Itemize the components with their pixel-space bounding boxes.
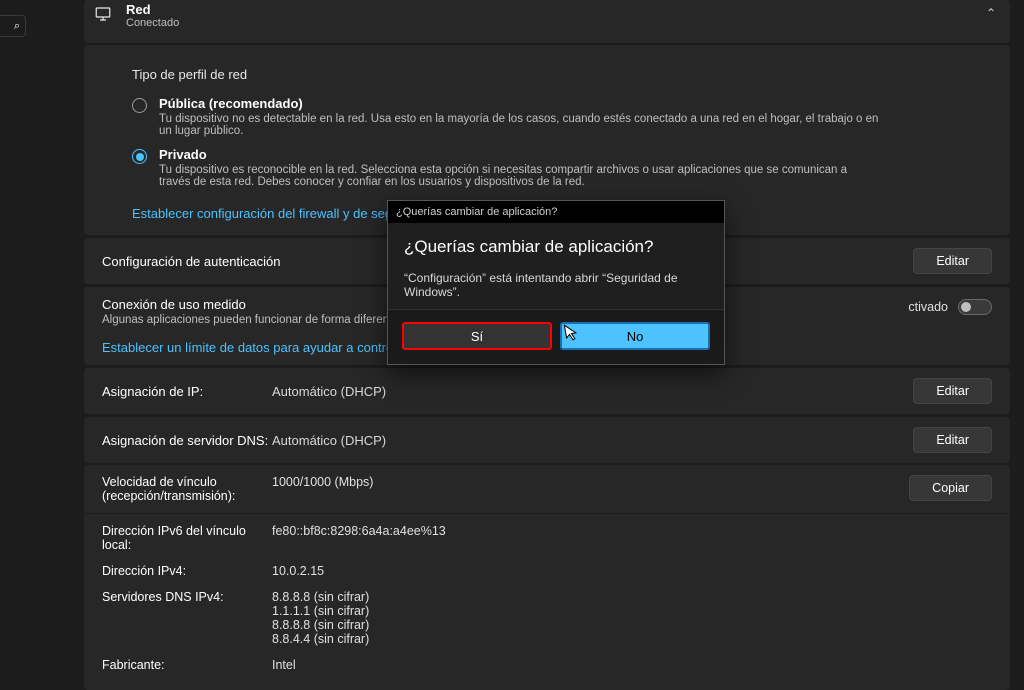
radio-public-icon[interactable]	[132, 98, 147, 113]
search-stub[interactable]: ⌕	[0, 15, 26, 37]
dns-title: Asignación de servidor DNS:	[102, 433, 272, 448]
chevron-up-icon[interactable]: ⌃	[986, 6, 996, 20]
network-status: Conectado	[126, 17, 179, 29]
dns-servers-val: 8.8.8.8 (sin cifrar) 1.1.1.1 (sin cifrar…	[272, 590, 369, 646]
metered-toggle[interactable]	[958, 299, 992, 315]
dialog-no-button[interactable]: No	[560, 322, 710, 350]
speed-val: 1000/1000 (Mbps)	[272, 475, 373, 503]
dns-servers-key: Servidores DNS IPv4:	[102, 590, 272, 646]
maker-key: Fabricante:	[102, 658, 272, 672]
dialog-titlebar: ¿Querías cambiar de aplicación?	[388, 201, 724, 223]
network-icon	[94, 5, 112, 26]
ip-title: Asignación de IP:	[102, 384, 272, 399]
search-icon: ⌕	[14, 20, 20, 33]
metered-toggle-label: ctivado	[908, 300, 948, 314]
info-block: Velocidad de vínculo (recepción/transmis…	[84, 465, 1010, 690]
dns-row: Asignación de servidor DNS: Automático (…	[84, 416, 1010, 463]
profile-public[interactable]: Pública (recomendado) Tu dispositivo no …	[132, 96, 992, 137]
dns-edit-button[interactable]: Editar	[913, 427, 992, 453]
switch-app-dialog: ¿Querías cambiar de aplicación? ¿Querías…	[387, 200, 725, 365]
ip-edit-button[interactable]: Editar	[913, 378, 992, 404]
profile-private-label: Privado	[159, 147, 879, 162]
network-title: Red	[126, 2, 179, 17]
radio-private-icon[interactable]	[132, 149, 147, 164]
dns-value: Automático (DHCP)	[272, 433, 386, 448]
profile-private-desc: Tu dispositivo es reconocible en la red.…	[159, 164, 879, 188]
maker-val: Intel	[272, 658, 296, 672]
firewall-link[interactable]: Establecer configuración del firewall y …	[132, 206, 428, 221]
dialog-yes-button[interactable]: Sí	[402, 322, 552, 350]
ipv6-local-val: fe80::bf8c:8298:6a4a:a4ee%13	[272, 524, 446, 552]
profile-private[interactable]: Privado Tu dispositivo es reconocible en…	[132, 147, 992, 188]
profile-public-label: Pública (recomendado)	[159, 96, 879, 111]
auth-edit-button[interactable]: Editar	[913, 248, 992, 274]
ipv6-local-key: Dirección IPv6 del vínculo local:	[102, 524, 272, 552]
speed-key: Velocidad de vínculo (recepción/transmis…	[102, 475, 272, 503]
profile-public-desc: Tu dispositivo no es detectable en la re…	[159, 113, 879, 137]
copy-button[interactable]: Copiar	[909, 475, 992, 501]
auth-title: Configuración de autenticación	[102, 254, 281, 269]
left-sidebar: ⌕	[0, 0, 70, 576]
profile-section-label: Tipo de perfil de red	[132, 67, 992, 82]
ip-value: Automático (DHCP)	[272, 384, 386, 399]
ip-row: Asignación de IP: Automático (DHCP) Edit…	[84, 367, 1010, 414]
network-header-card[interactable]: Red Conectado ⌃	[84, 0, 1010, 43]
dialog-heading: ¿Querías cambiar de aplicación?	[404, 237, 708, 257]
dialog-message: “Configuración” está intentando abrir “S…	[404, 271, 708, 299]
